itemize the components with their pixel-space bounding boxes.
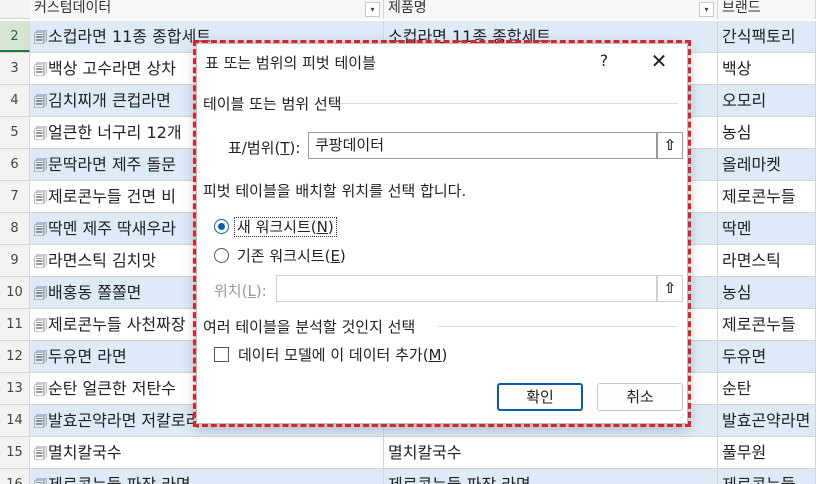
cell-text: 딱멘 제주 딱새우라 — [48, 219, 176, 238]
ok-button[interactable]: 확인 — [497, 383, 583, 411]
row-glyph-icon: 🗐 — [34, 255, 47, 270]
row-glyph-icon: 🗐 — [34, 383, 47, 398]
cell-text: 라면스틱 김치맛 — [48, 251, 157, 270]
row-number[interactable]: 10 — [0, 277, 30, 308]
row-glyph-icon: 🗐 — [34, 159, 47, 174]
cell-custom-data[interactable]: 🗐멸치칼국수 — [30, 437, 384, 468]
column-header-brand[interactable]: 브랜드 — [718, 0, 816, 19]
cell-brand[interactable]: 오모리 — [718, 85, 816, 116]
cell-text: 얼큰한 너구리 12개 — [48, 123, 182, 142]
location-label: 위치(L): — [214, 282, 267, 300]
row-glyph-icon: 🗐 — [34, 127, 47, 142]
row-number[interactable]: 16 — [0, 469, 30, 484]
column-header-product-name[interactable]: 제품명 ▾ — [384, 0, 718, 19]
table-header-row: 커스텀데이터 ▾ 제품명 ▾ 브랜드 — [0, 0, 816, 19]
row-number[interactable]: 15 — [0, 437, 30, 468]
data-model-checkbox[interactable] — [214, 347, 229, 362]
column-header-custom-data[interactable]: 커스텀데이터 ▾ — [30, 0, 384, 19]
new-worksheet-radio[interactable] — [214, 219, 229, 234]
cell-brand[interactable]: 제로콘누들 — [718, 181, 816, 212]
row-number[interactable]: 8 — [0, 213, 30, 244]
row-glyph-icon: 🗐 — [34, 415, 47, 430]
cell-custom-data[interactable]: 🗐제로콘누들 파장 라면 — [30, 469, 384, 484]
row-glyph-icon: 🗐 — [34, 223, 47, 238]
row-number[interactable]: 4 — [0, 85, 30, 116]
new-worksheet-label[interactable]: 새 워크시트(N) — [234, 216, 337, 237]
cell-brand[interactable]: 농심 — [718, 277, 816, 308]
cell-brand[interactable]: 풀무원 — [718, 437, 816, 468]
cell-brand[interactable]: 발효곤약라면 — [718, 405, 816, 436]
cell-text: 두유면 라면 — [48, 347, 127, 366]
table-range-label: 표/범위(T): — [228, 139, 301, 157]
row-glyph-icon: 🗐 — [34, 95, 47, 110]
cell-text: 순탄 얼큰한 저탄수 — [48, 379, 176, 398]
cell-text: 백상 고수라면 상차 — [48, 59, 176, 78]
cell-brand[interactable]: 순탄 — [718, 373, 816, 404]
cell-brand[interactable]: 올레마켓 — [718, 149, 816, 180]
cell-text: 제로콘누들 건면 비 — [48, 187, 176, 206]
pivot-table-dialog: 표 또는 범위의 피벗 테이블 ? ✕ 테이블 또는 범위 선택 표/범위(T)… — [196, 43, 688, 424]
cell-text: 소컵라면 11종 종합세트 — [48, 27, 212, 46]
cell-product-name[interactable]: 멸치칼국수 — [384, 437, 718, 468]
column-header-label: 브랜드 — [722, 0, 761, 16]
row-number[interactable]: 2 — [0, 21, 30, 52]
help-icon[interactable]: ? — [596, 51, 612, 70]
collapse-range-icon[interactable]: ⇧ — [657, 132, 683, 159]
location-input[interactable] — [276, 275, 657, 302]
cell-brand[interactable]: 딱멘 — [718, 213, 816, 244]
row-number[interactable]: 3 — [0, 53, 30, 84]
cell-brand[interactable]: 간식팩토리 — [718, 21, 816, 52]
row-number[interactable]: 6 — [0, 149, 30, 180]
placement-group-label: 피벗 테이블을 배치할 위치를 선택 합니다. — [203, 182, 467, 200]
existing-worksheet-radio[interactable] — [214, 248, 229, 263]
filter-dropdown-icon[interactable]: ▾ — [699, 2, 714, 17]
collapse-location-icon[interactable]: ⇧ — [657, 275, 683, 302]
row-glyph-icon: 🗐 — [34, 191, 47, 206]
row-glyph-icon: 🗐 — [34, 31, 47, 46]
source-group-label: 테이블 또는 범위 선택 — [203, 95, 342, 113]
cell-product-name[interactable]: 제로콘누들 파장 라면 — [384, 469, 718, 484]
row-number[interactable]: 13 — [0, 373, 30, 404]
column-header-label: 제품명 — [388, 0, 427, 16]
table-range-input[interactable]: 쿠팡데이터 — [308, 132, 657, 159]
cancel-button[interactable]: 취소 — [597, 383, 683, 411]
data-model-label[interactable]: 데이터 모델에 이 데이터 추가(M) — [238, 344, 447, 365]
cell-brand[interactable]: 제로콘누들 — [718, 469, 816, 484]
row-number[interactable]: 7 — [0, 181, 30, 212]
cell-brand[interactable]: 라면스틱 — [718, 245, 816, 276]
row-number[interactable]: 12 — [0, 341, 30, 372]
cell-text: 발효곤약라면 저칼로리 — [48, 411, 201, 430]
row-glyph-icon: 🗐 — [34, 287, 47, 302]
row-number[interactable]: 5 — [0, 117, 30, 148]
cell-brand[interactable]: 백상 — [718, 53, 816, 84]
cell-brand[interactable]: 두유면 — [718, 341, 816, 372]
existing-worksheet-label[interactable]: 기존 워크시트(E) — [237, 245, 346, 266]
cell-text: 문딱라면 제주 돌문 — [48, 155, 176, 174]
row-glyph-icon: 🗐 — [34, 471, 48, 484]
group-divider — [340, 103, 678, 104]
cell-text: 제로콘누들 사천짜장 — [48, 315, 186, 334]
table-row[interactable]: 15 🗐멸치칼국수 멸치칼국수 풀무원 — [0, 437, 816, 469]
analyze-group-label: 여러 테이블을 분석할 것인지 선택 — [203, 318, 416, 336]
cell-brand[interactable]: 농심 — [718, 117, 816, 148]
row-glyph-icon: 🗐 — [34, 351, 47, 366]
filter-dropdown-icon[interactable]: ▾ — [365, 2, 380, 17]
cell-text: 멸치칼국수 — [48, 443, 122, 462]
row-number[interactable]: 9 — [0, 245, 30, 276]
row-number[interactable]: 14 — [0, 405, 30, 436]
column-header-label: 커스텀데이터 — [34, 0, 112, 16]
row-glyph-icon: 🗐 — [34, 447, 47, 462]
dialog-title: 표 또는 범위의 피벗 테이블 — [205, 54, 376, 72]
cell-text: 김치찌개 큰컵라면 — [48, 91, 171, 110]
cell-brand[interactable]: 제로콘누들 — [718, 309, 816, 340]
close-icon[interactable]: ✕ — [649, 49, 669, 73]
row-number[interactable]: 11 — [0, 309, 30, 340]
cell-text: 배홍동 쫄쫄면 — [48, 283, 142, 302]
row-glyph-icon: 🗐 — [34, 319, 47, 334]
table-row[interactable]: 16🗐제로콘누들 파장 라면제로콘누들 파장 라면제로콘누들 — [0, 469, 816, 484]
row-glyph-icon: 🗐 — [34, 63, 47, 78]
resize-grip-icon[interactable]: ⋰ — [677, 413, 685, 422]
group-divider — [438, 326, 678, 327]
cell-text: 제로콘누들 파장 라면 — [48, 475, 191, 484]
